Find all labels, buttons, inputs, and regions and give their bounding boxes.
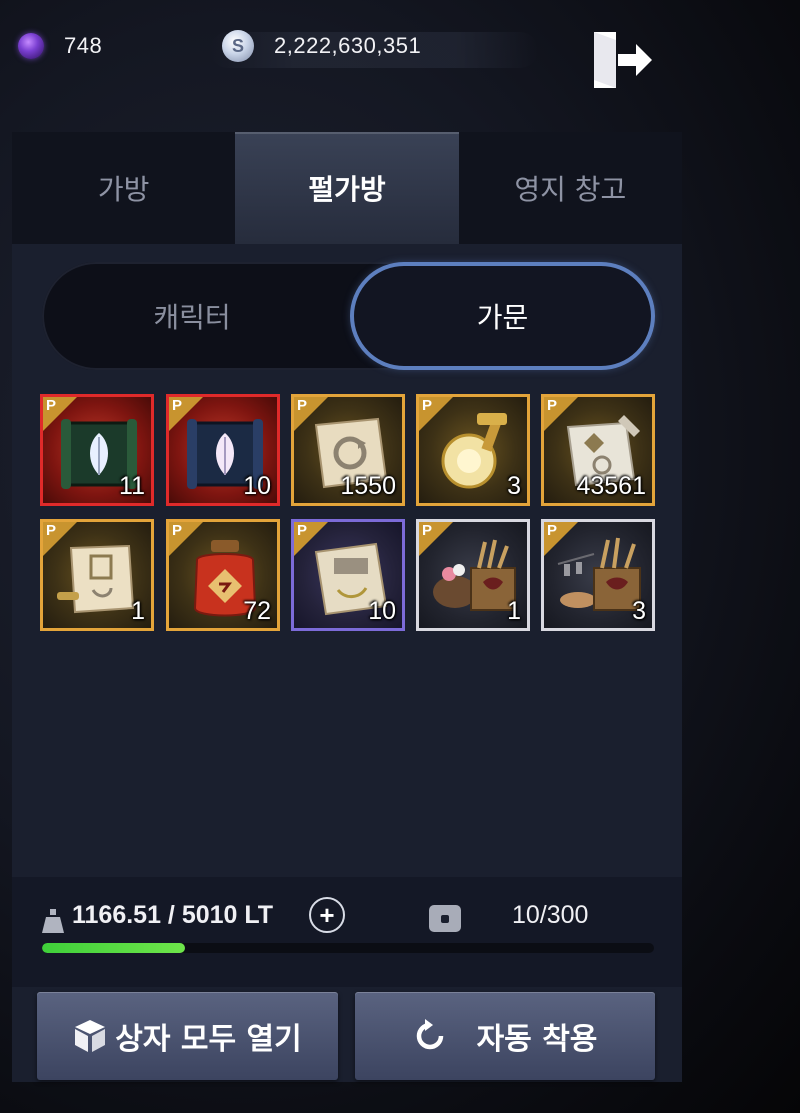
premium-tag: P [422, 522, 433, 539]
tab-storage-label: 영지 창고 [514, 173, 627, 206]
plus-label: + [319, 900, 335, 930]
premium-tag: P [172, 397, 183, 414]
tab-pearl-bag-label: 펄가방 [308, 173, 386, 206]
gem-currency: 748 [18, 33, 102, 59]
premium-tag: P [46, 522, 57, 539]
tab-pearl-bag[interactable]: 펄가방 [235, 132, 459, 244]
premium-tag: P [172, 522, 183, 539]
slot-count: 10/300 [512, 901, 589, 929]
exit-button[interactable] [586, 26, 656, 94]
item-slot[interactable]: P 3 [416, 394, 530, 506]
silver-amount: 2,222,630,351 [274, 33, 422, 58]
inventory-status: 1166.51 / 5010 LT + 10/300 [12, 877, 682, 987]
silver-coin-icon: S [222, 30, 254, 62]
premium-tag: P [297, 522, 308, 539]
item-slot[interactable]: P 10 [166, 394, 280, 506]
silver-currency: S 2,222,630,351 [222, 30, 421, 62]
inventory-panel: 가방 펄가방 영지 창고 캐릭터 가문 P 11 P 10 P 1550 P 3… [12, 132, 682, 1082]
auto-equip-label: 자동 착용 [476, 1022, 598, 1057]
refresh-icon [413, 1019, 447, 1053]
weight-icon [42, 909, 64, 933]
item-quantity: 10 [368, 597, 396, 625]
scope-toggle: 캐릭터 가문 [42, 262, 657, 370]
family-toggle-label: 가문 [476, 301, 529, 334]
weight-progress-bar [42, 943, 654, 953]
item-quantity: 3 [507, 472, 521, 500]
item-slot[interactable]: P 1 [40, 519, 154, 631]
auto-equip-button[interactable]: 자동 착용 [355, 992, 655, 1080]
silver-symbol: S [231, 35, 244, 56]
item-quantity: 11 [119, 472, 145, 500]
add-weight-button[interactable]: + [309, 897, 345, 933]
weight-text: 1166.51 / 5010 LT [72, 901, 274, 929]
item-slot[interactable]: P 43561 [541, 394, 655, 506]
item-quantity: 3 [632, 597, 646, 625]
item-quantity: 43561 [576, 472, 646, 500]
item-slot[interactable]: P 1550 [291, 394, 405, 506]
premium-tag: P [547, 522, 558, 539]
purple-gem-icon [18, 33, 44, 59]
item-slot[interactable]: P 3 [541, 519, 655, 631]
currency-bar: 748 S 2,222,630,351 [0, 0, 800, 100]
item-quantity: 10 [243, 472, 271, 500]
tab-storage[interactable]: 영지 창고 [458, 132, 682, 244]
item-quantity: 1 [507, 597, 521, 625]
premium-tag: P [297, 397, 308, 414]
character-toggle-label: 캐릭터 [153, 301, 231, 334]
exit-door-icon [594, 32, 652, 88]
inventory-tabs: 가방 펄가방 영지 창고 [12, 132, 682, 244]
gem-amount: 748 [64, 33, 103, 58]
tab-bag[interactable]: 가방 [12, 132, 236, 244]
item-quantity: 72 [243, 597, 271, 625]
open-all-boxes-label: 상자 모두 열기 [115, 1022, 302, 1057]
item-slot[interactable]: P 11 [40, 394, 154, 506]
item-slot[interactable]: P 72 [166, 519, 280, 631]
action-bar: 상자 모두 열기 자동 착용 [12, 990, 682, 1082]
bag-slot-icon [429, 905, 461, 932]
premium-tag: P [422, 397, 433, 414]
weight-progress-fill [42, 943, 185, 953]
character-toggle[interactable]: 캐릭터 [42, 262, 342, 370]
family-toggle[interactable]: 가문 [350, 262, 655, 370]
tab-bag-label: 가방 [97, 173, 150, 206]
box-icon [73, 1018, 107, 1054]
premium-tag: P [547, 397, 558, 414]
item-slot[interactable]: P 1 [416, 519, 530, 631]
premium-tag: P [46, 397, 57, 414]
item-quantity: 1 [131, 597, 145, 625]
open-all-boxes-button[interactable]: 상자 모두 열기 [37, 992, 338, 1080]
item-slot[interactable]: P 10 [291, 519, 405, 631]
item-quantity: 1550 [340, 472, 396, 500]
